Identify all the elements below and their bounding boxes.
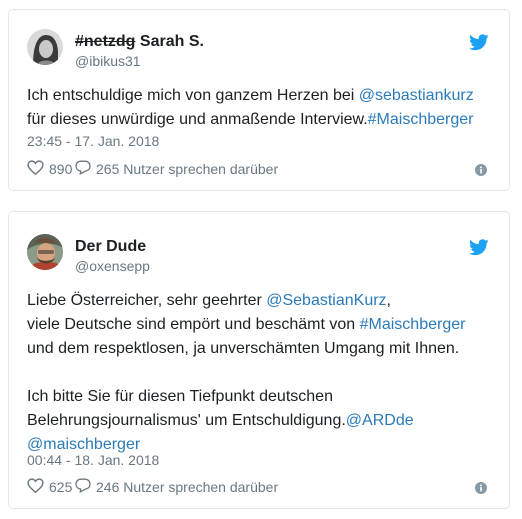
twitter-bird-icon[interactable] (469, 34, 489, 51)
text-run: für dieses unwürdige und anmaßende Inter… (27, 111, 368, 128)
like-count: 625 (49, 479, 73, 495)
tweet-line: Ich bitte Sie für diesen Tiefpunkt deuts… (27, 385, 491, 409)
avatar[interactable] (27, 234, 63, 270)
like-action[interactable]: 890 (27, 160, 72, 178)
tweet-line: für dieses unwürdige und anmaßende Inter… (27, 108, 491, 132)
text-run: Belehrungsjournalismus' um Entschuldigun… (27, 412, 346, 429)
twitter-bird-icon[interactable] (469, 239, 489, 256)
text-run: , (386, 292, 391, 309)
info-icon[interactable] (475, 163, 487, 176)
author-name[interactable]: Der Dude (75, 237, 150, 257)
avatar[interactable] (27, 29, 63, 65)
hashtag-link[interactable]: #Maischberger (368, 111, 474, 128)
author-block[interactable]: Der Dude @oxensepp (75, 237, 150, 275)
author-handle[interactable]: @oxensepp (75, 257, 150, 275)
tweet-line-empty (27, 361, 491, 385)
author-name-text: Sarah S. (135, 33, 204, 50)
tweet-actions: 890 265 Nutzer sprechen darüber (27, 160, 491, 180)
reply-action[interactable]: 265 Nutzer sprechen darüber (75, 160, 278, 178)
tweet-text: Ich entschuldige mich von ganzem Herzen … (27, 84, 491, 132)
tweet-text: Liebe Österreicher, sehr geehrter @Sebas… (27, 289, 491, 457)
speech-bubble-icon[interactable] (75, 478, 91, 496)
embedded-tweet: #netzdg Sarah S. @ibikus31 Ich entschuld… (8, 9, 510, 191)
author-name[interactable]: #netzdg Sarah S. (75, 32, 204, 52)
like-count: 890 (49, 161, 73, 177)
tweet-actions: 625 246 Nutzer sprechen darüber (27, 478, 491, 498)
mention-link[interactable]: @ARDde (346, 412, 414, 429)
tweet-line: Liebe Österreicher, sehr geehrter @Sebas… (27, 289, 491, 313)
replies-text: 246 Nutzer sprechen darüber (96, 479, 279, 495)
text-run: Liebe Österreicher, sehr geehrter (27, 292, 267, 309)
tweet-line: viele Deutsche sind empört und beschämt … (27, 313, 491, 337)
mention-link[interactable]: @sebastiankurz (359, 87, 474, 104)
timestamp[interactable]: 23:45 - 17. Jan. 2018 (27, 133, 159, 149)
text-run: und dem respektlosen, ja unverschämten U… (27, 340, 460, 357)
mention-link[interactable]: @maischberger (27, 436, 140, 453)
like-action[interactable]: 625 (27, 478, 72, 496)
author-handle[interactable]: @ibikus31 (75, 52, 204, 70)
mention-link[interactable]: @SebastianKurz (266, 292, 386, 309)
text-run: viele Deutsche sind empört und beschämt … (27, 316, 360, 333)
speech-bubble-icon[interactable] (75, 160, 91, 178)
tweet-line: Ich entschuldige mich von ganzem Herzen … (27, 84, 491, 108)
replies-text: 265 Nutzer sprechen darüber (96, 161, 279, 177)
embedded-tweet: Der Dude @oxensepp Liebe Österreicher, s… (8, 211, 510, 509)
heart-icon[interactable] (27, 160, 44, 178)
hashtag-link[interactable]: #Maischberger (360, 316, 466, 333)
tweet-line: Belehrungsjournalismus' um Entschuldigun… (27, 409, 491, 433)
author-block[interactable]: #netzdg Sarah S. @ibikus31 (75, 32, 204, 70)
text-run: Ich bitte Sie für diesen Tiefpunkt deuts… (27, 388, 333, 405)
tweet-line: und dem respektlosen, ja unverschämten U… (27, 337, 491, 361)
heart-icon[interactable] (27, 478, 44, 496)
info-icon[interactable] (475, 481, 487, 494)
author-name-strikethrough: #netzdg (75, 33, 136, 50)
timestamp[interactable]: 00:44 - 18. Jan. 2018 (27, 452, 159, 468)
reply-action[interactable]: 246 Nutzer sprechen darüber (75, 478, 278, 496)
text-run: Ich entschuldige mich von ganzem Herzen … (27, 87, 359, 104)
